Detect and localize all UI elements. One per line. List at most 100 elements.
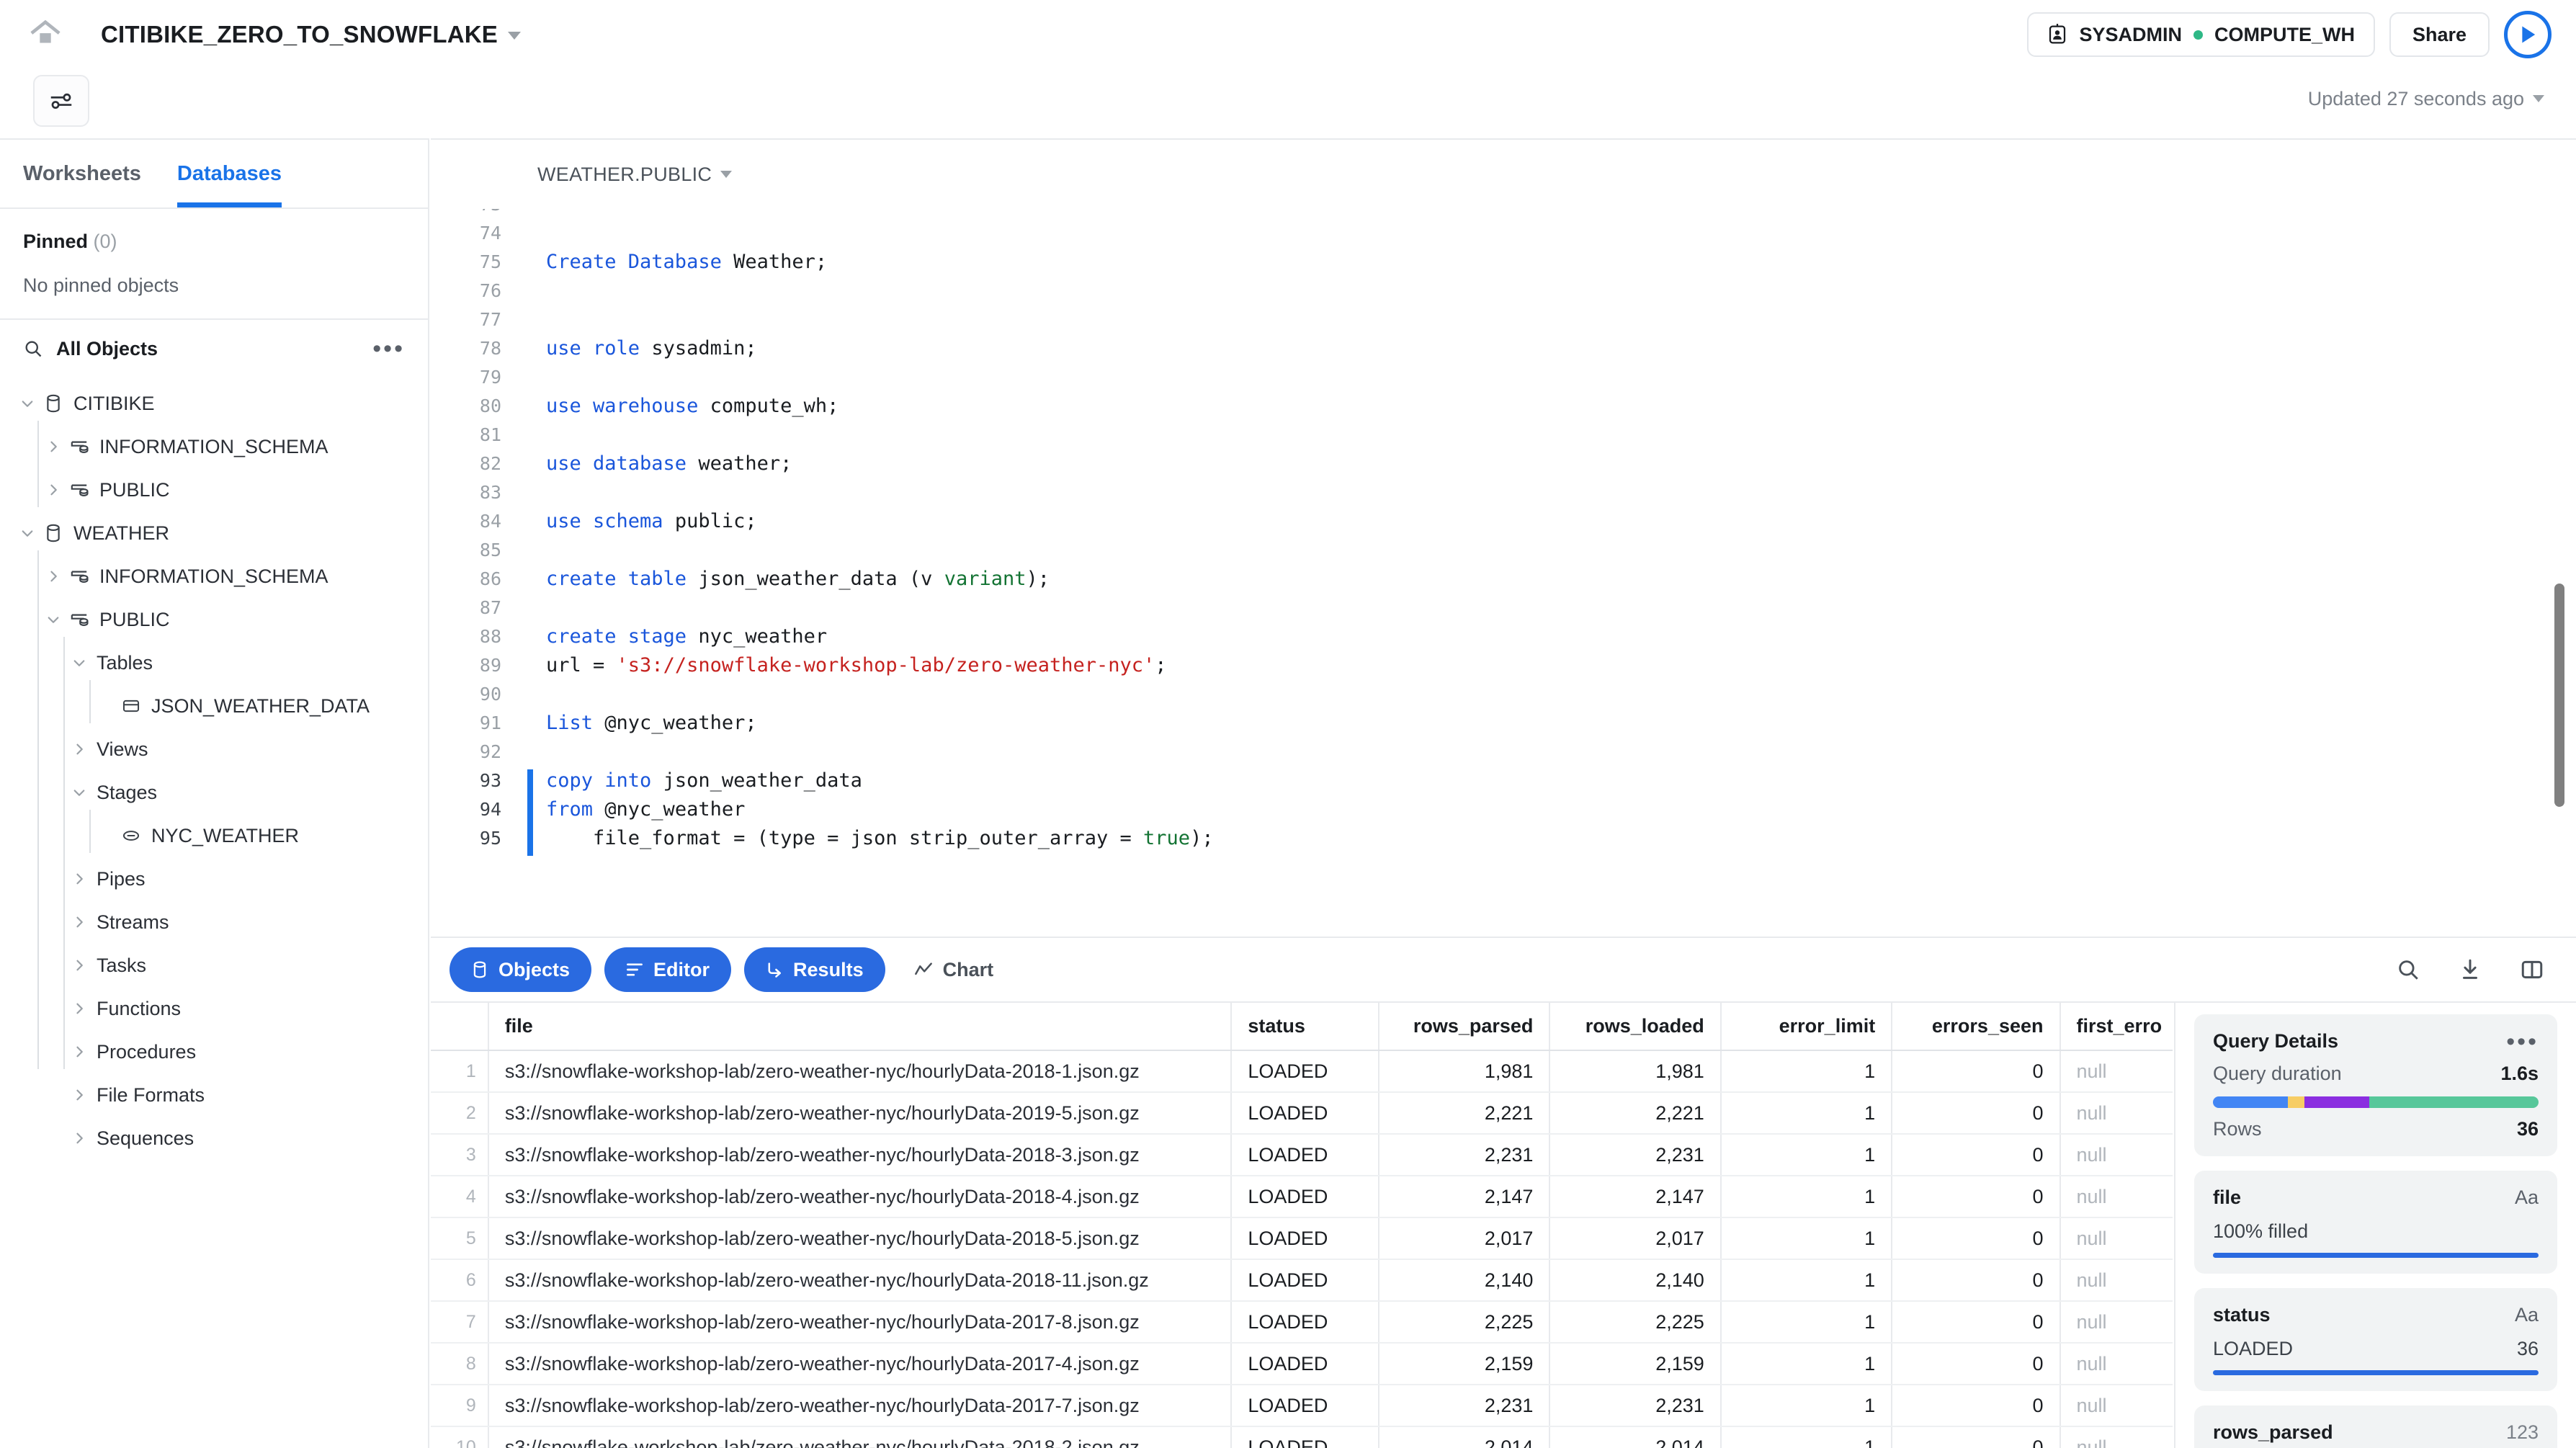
- table-row[interactable]: 7s3://snowflake-workshop-lab/zero-weathe…: [431, 1301, 2173, 1343]
- tree-item-information-schema[interactable]: INFORMATION_SCHEMA: [0, 555, 428, 598]
- cell-rows-loaded[interactable]: 2,225: [1549, 1301, 1720, 1343]
- cell-errors-seen[interactable]: 0: [1892, 1301, 2060, 1343]
- tab-chart[interactable]: Chart: [898, 947, 1010, 992]
- column-header-errors-seen[interactable]: errors_seen: [1892, 1003, 2060, 1050]
- chevron-down-icon[interactable]: [16, 526, 39, 540]
- sql-code[interactable]: Create Database Weather; use role sysadm…: [546, 209, 2491, 853]
- cell-rows-parsed[interactable]: 2,147: [1379, 1176, 1549, 1217]
- cell-file[interactable]: s3://snowflake-workshop-lab/zero-weather…: [488, 1426, 1232, 1448]
- search-icon[interactable]: [23, 339, 43, 359]
- cell-status[interactable]: LOADED: [1231, 1092, 1379, 1134]
- cell-rows-parsed[interactable]: 2,014: [1379, 1426, 1549, 1448]
- cell-first-error[interactable]: null: [2060, 1301, 2173, 1343]
- cell-rows-loaded[interactable]: 2,221: [1549, 1092, 1720, 1134]
- cell-file[interactable]: s3://snowflake-workshop-lab/zero-weather…: [488, 1301, 1232, 1343]
- column-header-file[interactable]: file: [488, 1003, 1232, 1050]
- cell-rows-parsed[interactable]: 2,221: [1379, 1092, 1549, 1134]
- cell-rows-parsed[interactable]: 2,017: [1379, 1217, 1549, 1259]
- cell-first-error[interactable]: null: [2060, 1343, 2173, 1385]
- chevron-down-icon[interactable]: [42, 612, 65, 627]
- home-icon[interactable]: [27, 17, 63, 53]
- cell-error-limit[interactable]: 1: [1721, 1092, 1892, 1134]
- cell-first-error[interactable]: null: [2060, 1217, 2173, 1259]
- cell-first-error[interactable]: null: [2060, 1050, 2173, 1092]
- search-icon[interactable]: [2396, 957, 2420, 982]
- split-panel-icon[interactable]: [2520, 957, 2544, 982]
- cell-errors-seen[interactable]: 0: [1892, 1134, 2060, 1176]
- cell-file[interactable]: s3://snowflake-workshop-lab/zero-weather…: [488, 1134, 1232, 1176]
- cell-error-limit[interactable]: 1: [1721, 1426, 1892, 1448]
- cell-rows-parsed[interactable]: 2,231: [1379, 1385, 1549, 1426]
- cell-rows-parsed[interactable]: 2,159: [1379, 1343, 1549, 1385]
- cell-file[interactable]: s3://snowflake-workshop-lab/zero-weather…: [488, 1259, 1232, 1301]
- column-header-first-error[interactable]: first_erro: [2060, 1003, 2173, 1050]
- table-row[interactable]: 4s3://snowflake-workshop-lab/zero-weathe…: [431, 1176, 2173, 1217]
- tree-item-weather[interactable]: WEATHER: [0, 511, 428, 555]
- ellipsis-icon[interactable]: •••: [372, 345, 405, 352]
- table-row[interactable]: 6s3://snowflake-workshop-lab/zero-weathe…: [431, 1259, 2173, 1301]
- tab-objects[interactable]: Objects: [450, 947, 591, 992]
- table-row[interactable]: 10s3://snowflake-workshop-lab/zero-weath…: [431, 1426, 2173, 1448]
- database-schema-selector[interactable]: WEATHER.PUBLIC: [537, 164, 732, 186]
- cell-status[interactable]: LOADED: [1231, 1217, 1379, 1259]
- chevron-right-icon[interactable]: [68, 915, 91, 929]
- column-stat-status[interactable]: status Aa LOADED 36: [2194, 1288, 2557, 1391]
- worksheet-settings-button[interactable]: [33, 75, 89, 127]
- cell-errors-seen[interactable]: 0: [1892, 1050, 2060, 1092]
- cell-errors-seen[interactable]: 0: [1892, 1092, 2060, 1134]
- cell-first-error[interactable]: null: [2060, 1134, 2173, 1176]
- chevron-right-icon[interactable]: [42, 439, 65, 454]
- cell-file[interactable]: s3://snowflake-workshop-lab/zero-weather…: [488, 1050, 1232, 1092]
- cell-error-limit[interactable]: 1: [1721, 1176, 1892, 1217]
- cell-file[interactable]: s3://snowflake-workshop-lab/zero-weather…: [488, 1092, 1232, 1134]
- cell-file[interactable]: s3://snowflake-workshop-lab/zero-weather…: [488, 1343, 1232, 1385]
- cell-errors-seen[interactable]: 0: [1892, 1176, 2060, 1217]
- table-row[interactable]: 1 s3://snowflake-workshop-lab/zero-weathe…: [431, 1050, 2173, 1092]
- run-query-button[interactable]: [2504, 11, 2552, 58]
- ellipsis-icon[interactable]: •••: [2506, 1038, 2539, 1045]
- cell-file[interactable]: s3://snowflake-workshop-lab/zero-weather…: [488, 1217, 1232, 1259]
- column-header-rows-loaded[interactable]: rows_loaded: [1549, 1003, 1720, 1050]
- all-objects-header[interactable]: All Objects •••: [0, 320, 428, 377]
- chevron-right-icon[interactable]: [42, 569, 65, 584]
- cell-rows-loaded[interactable]: 1,981: [1549, 1050, 1720, 1092]
- cell-rows-loaded[interactable]: 2,140: [1549, 1259, 1720, 1301]
- column-header-rows-parsed[interactable]: rows_parsed: [1379, 1003, 1549, 1050]
- cell-first-error[interactable]: null: [2060, 1385, 2173, 1426]
- cell-status[interactable]: LOADED: [1231, 1343, 1379, 1385]
- cell-rows-parsed[interactable]: 2,225: [1379, 1301, 1549, 1343]
- cell-error-limit[interactable]: 1: [1721, 1050, 1892, 1092]
- chevron-down-icon[interactable]: [68, 785, 91, 800]
- chevron-down-icon[interactable]: [68, 656, 91, 670]
- cell-error-limit[interactable]: 1: [1721, 1259, 1892, 1301]
- table-row[interactable]: 9s3://snowflake-workshop-lab/zero-weathe…: [431, 1385, 2173, 1426]
- cell-status[interactable]: LOADED: [1231, 1259, 1379, 1301]
- table-row[interactable]: 2s3://snowflake-workshop-lab/zero-weathe…: [431, 1092, 2173, 1134]
- cell-first-error[interactable]: null: [2060, 1426, 2173, 1448]
- tab-databases[interactable]: Databases: [177, 140, 282, 207]
- cell-rows-loaded[interactable]: 2,147: [1549, 1176, 1720, 1217]
- column-header-status[interactable]: status: [1231, 1003, 1379, 1050]
- cell-errors-seen[interactable]: 0: [1892, 1385, 2060, 1426]
- cell-first-error[interactable]: null: [2060, 1259, 2173, 1301]
- cell-errors-seen[interactable]: 0: [1892, 1217, 2060, 1259]
- chevron-right-icon[interactable]: [68, 1001, 91, 1016]
- cell-rows-parsed[interactable]: 2,140: [1379, 1259, 1549, 1301]
- cell-errors-seen[interactable]: 0: [1892, 1259, 2060, 1301]
- cell-file[interactable]: s3://snowflake-workshop-lab/zero-weather…: [488, 1176, 1232, 1217]
- share-button[interactable]: Share: [2389, 12, 2490, 57]
- tab-results[interactable]: Results: [744, 947, 885, 992]
- chevron-right-icon[interactable]: [68, 872, 91, 886]
- chevron-right-icon[interactable]: [68, 1088, 91, 1102]
- results-grid[interactable]: file status rows_parsed rows_loaded erro…: [431, 1003, 2173, 1448]
- cell-status[interactable]: LOADED: [1231, 1050, 1379, 1092]
- tree-item-public[interactable]: PUBLIC: [0, 468, 428, 511]
- cell-status[interactable]: LOADED: [1231, 1134, 1379, 1176]
- cell-rows-loaded[interactable]: 2,159: [1549, 1343, 1720, 1385]
- editor-scrollbar[interactable]: [2554, 584, 2564, 807]
- cell-status[interactable]: LOADED: [1231, 1426, 1379, 1448]
- cell-first-error[interactable]: null: [2060, 1092, 2173, 1134]
- cell-error-limit[interactable]: 1: [1721, 1301, 1892, 1343]
- sql-editor[interactable]: 7374757677787980818283848586878889909192…: [431, 209, 2576, 937]
- tree-item-information-schema[interactable]: INFORMATION_SCHEMA: [0, 425, 428, 468]
